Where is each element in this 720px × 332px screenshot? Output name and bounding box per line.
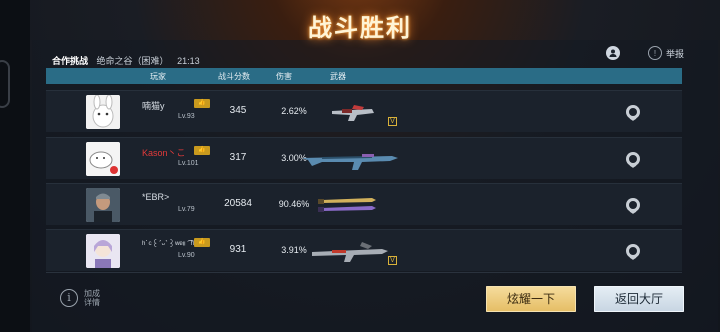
like-badge-icon: 👍 xyxy=(194,238,210,247)
player-name: 喃猫y xyxy=(142,101,165,111)
avatar xyxy=(86,188,120,222)
player-score: 345 xyxy=(229,105,247,116)
table-row[interactable]: Kason丶こ 👍 Lv.101 317 3.00% xyxy=(46,137,682,179)
table-header: 玩家 战斗分数 伤害 武器 xyxy=(46,68,682,84)
avatar xyxy=(86,95,120,129)
avatar xyxy=(86,142,120,176)
mode-type: 合作挑战 xyxy=(52,56,89,66)
left-edge-bar xyxy=(0,0,30,332)
report-label: 举报 xyxy=(665,48,684,59)
victory-title: 战斗胜利 xyxy=(308,15,412,42)
table-row[interactable]: 喃猫y 👍 Lv.93 345 2.62% V xyxy=(46,90,682,132)
report-button[interactable]: ! 举报 xyxy=(647,46,684,60)
like-badge-icon: 👍 xyxy=(194,99,210,108)
map-name: 绝命之谷（困难） xyxy=(96,56,169,66)
rank-icon xyxy=(626,152,640,168)
weapon-icon xyxy=(332,105,374,121)
weapon-icon xyxy=(302,154,398,170)
weapon-badge: V xyxy=(388,256,397,265)
player-level: Lv.93 xyxy=(178,113,195,120)
col-score: 战斗分数 xyxy=(218,72,250,81)
rank-icon xyxy=(626,105,640,121)
player-level: Lv.101 xyxy=(178,160,199,167)
player-score: 317 xyxy=(229,152,247,163)
edge-notch xyxy=(0,60,10,108)
divider xyxy=(46,272,682,273)
weapon-badge: V xyxy=(388,117,397,126)
player-score: 931 xyxy=(229,244,247,255)
details-label-line2: 详情 xyxy=(84,298,100,307)
player-name: *EBR> xyxy=(142,192,170,202)
col-weapon: 武器 xyxy=(330,72,346,81)
details-label-line1: 加成 xyxy=(84,289,100,298)
table-row[interactable]: ʰ˙ᶜ꒰ˊᵕˋ꒱ʷᵉᵎᵎ ͡ ʰ 👍 Lv.90 931 3.91% V xyxy=(46,229,682,271)
info-icon: i xyxy=(60,289,78,307)
player-name: ʰ˙ᶜ꒰ˊᵕˋ꒱ʷᵉᵎᵎ ͡ ʰ xyxy=(142,239,195,249)
weapon-icon xyxy=(312,242,388,262)
table-row[interactable]: *EBR> Lv.79 20584 90.46% xyxy=(46,183,682,225)
rank-icon xyxy=(626,244,640,260)
bonus-details-button[interactable]: i 加成 详情 xyxy=(60,289,100,307)
player-level: Lv.79 xyxy=(178,206,195,213)
match-time: 21:13 xyxy=(177,56,200,66)
col-player: 玩家 xyxy=(150,72,166,81)
profile-icon[interactable] xyxy=(605,46,620,60)
show-off-button[interactable]: 炫耀一下 xyxy=(486,286,576,312)
like-badge-icon: 👍 xyxy=(194,146,210,155)
details-label: 加成 详情 xyxy=(84,289,100,307)
col-damage: 伤害 xyxy=(276,72,292,81)
report-icon: ! xyxy=(647,46,662,60)
rank-icon xyxy=(626,198,640,214)
avatar xyxy=(86,234,120,268)
match-info: 合作挑战 绝命之谷（困难） 21:13 xyxy=(52,54,206,67)
back-to-lobby-button[interactable]: 返回大厅 xyxy=(594,286,684,312)
player-name: Kason丶こ xyxy=(142,148,186,158)
weapon-icon xyxy=(318,198,376,212)
player-score: 20584 xyxy=(224,198,252,209)
player-level: Lv.90 xyxy=(178,252,195,259)
header-actions: ! 举报 xyxy=(605,46,684,60)
